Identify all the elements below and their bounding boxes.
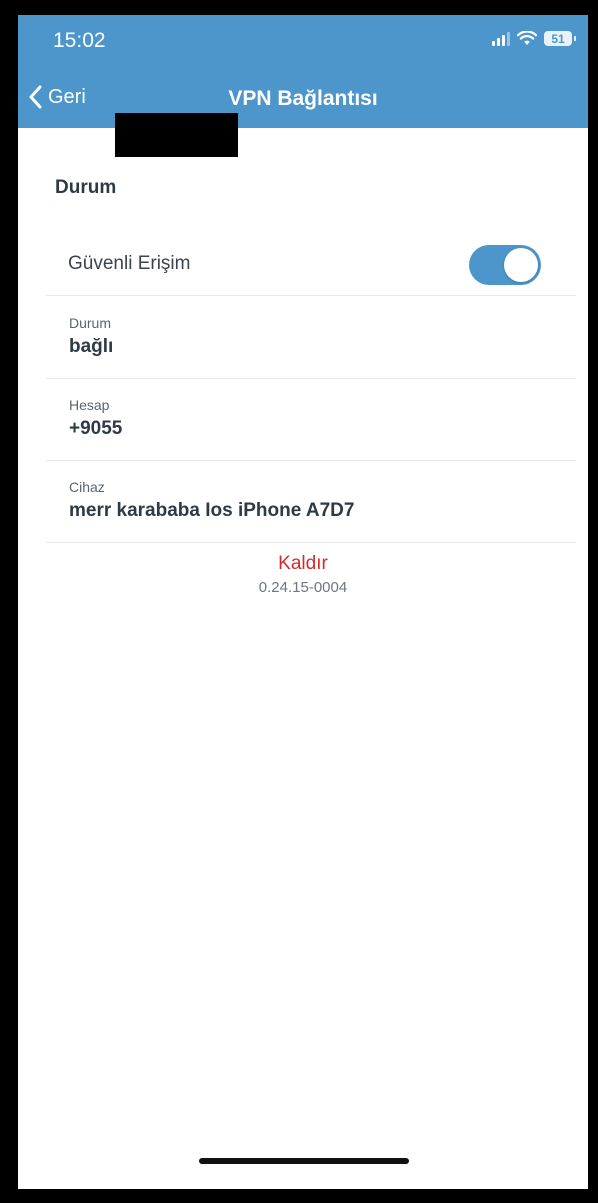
home-indicator[interactable] bbox=[199, 1158, 409, 1164]
navigation-header: 15:02 51 Geri VPN Bağlantısı bbox=[18, 15, 588, 128]
secure-access-label: Güvenli Erişim bbox=[68, 253, 191, 274]
info-row-status: Durum bağlı bbox=[46, 296, 576, 379]
cellular-signal-icon bbox=[492, 31, 510, 46]
info-value: merr karababa Ios iPhone A7D7 bbox=[69, 500, 355, 521]
battery-level: 51 bbox=[551, 31, 565, 46]
wifi-icon bbox=[517, 31, 537, 45]
phone-screen: 15:02 51 Geri VPN Bağlantısı Durum Güven… bbox=[18, 15, 588, 1189]
info-value: +9055 bbox=[69, 418, 123, 439]
info-label: Hesap bbox=[69, 397, 110, 413]
battery-icon: 51 bbox=[544, 31, 576, 46]
section-title-status: Durum bbox=[55, 177, 117, 198]
info-row-account: Hesap +9055 bbox=[46, 378, 576, 461]
info-row-device: Cihaz merr karababa Ios iPhone A7D7 bbox=[46, 460, 576, 543]
version-text: 0.24.15-0004 bbox=[258, 579, 348, 596]
status-time: 15:02 bbox=[53, 29, 106, 52]
secure-access-row: Güvenli Erişim bbox=[46, 223, 576, 296]
status-icons: 51 bbox=[492, 31, 576, 46]
secure-access-toggle[interactable] bbox=[469, 245, 541, 285]
toggle-knob bbox=[504, 248, 538, 282]
info-label: Cihaz bbox=[69, 479, 105, 495]
info-label: Durum bbox=[69, 315, 112, 331]
remove-button[interactable]: Kaldır bbox=[18, 553, 588, 575]
redaction-box bbox=[115, 113, 238, 157]
page-title: VPN Bağlantısı bbox=[228, 87, 378, 110]
info-value: bağlı bbox=[69, 336, 114, 357]
